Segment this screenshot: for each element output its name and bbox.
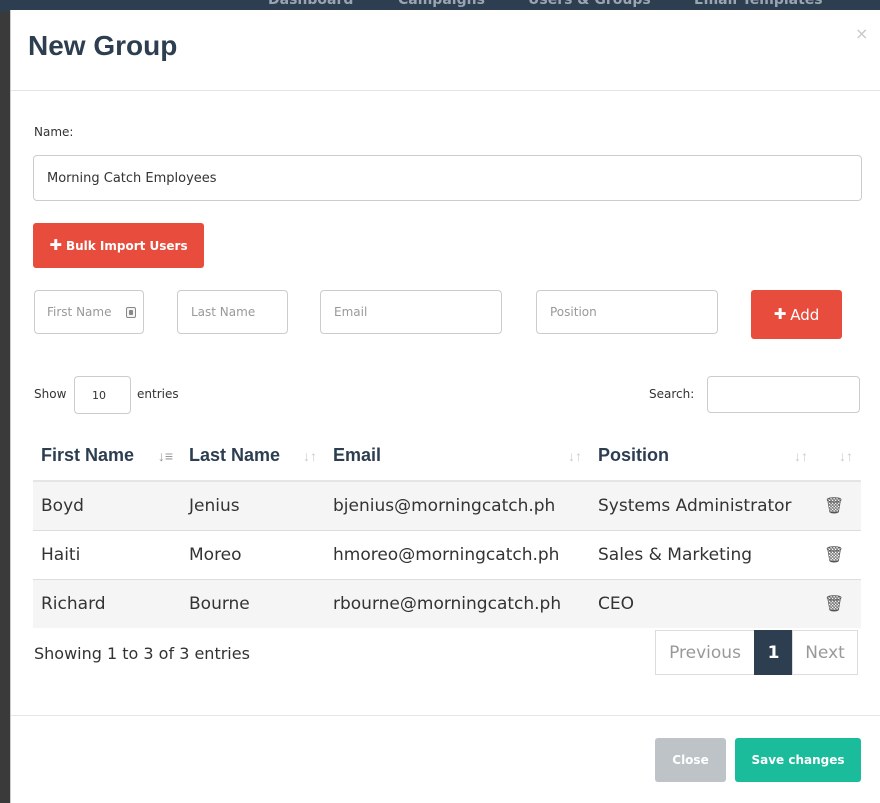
bulk-import-users-button[interactable]: ✚ Bulk Import Users bbox=[33, 223, 204, 268]
table-row: Haiti Moreo hmoreo@morningcatch.ph Sales… bbox=[33, 530, 861, 580]
email-input[interactable] bbox=[320, 290, 502, 334]
footer-divider bbox=[11, 715, 880, 716]
col-header-position[interactable]: Position ↓↑ bbox=[590, 430, 816, 482]
cell-first-name: Richard bbox=[33, 579, 181, 628]
sort-both-icon: ↓↑ bbox=[303, 448, 317, 464]
table-row: Richard Bourne rbourne@morningcatch.ph C… bbox=[33, 579, 861, 628]
close-button[interactable]: Close bbox=[655, 738, 726, 782]
table-header-row: First Name ↓≡ Last Name ↓↑ Email ↓↑ Posi… bbox=[33, 430, 861, 482]
entries-label: entries bbox=[137, 387, 179, 401]
pagination-next[interactable]: Next bbox=[792, 630, 858, 675]
group-name-input[interactable] bbox=[33, 155, 862, 201]
col-header-last-name[interactable]: Last Name ↓↑ bbox=[181, 430, 325, 482]
last-name-input[interactable] bbox=[177, 290, 288, 334]
trash-icon[interactable]: 🗑 bbox=[824, 594, 844, 613]
bulk-import-label: Bulk Import Users bbox=[65, 238, 188, 253]
cell-last-name: Jenius bbox=[181, 480, 325, 531]
plus-icon: ✚ bbox=[49, 236, 62, 254]
table-info-text: Showing 1 to 3 of 3 entries bbox=[34, 644, 250, 663]
table-row: Boyd Jenius bjenius@morningcatch.ph Syst… bbox=[33, 480, 861, 531]
add-user-button[interactable]: ✚ Add bbox=[751, 290, 842, 339]
contact-card-icon bbox=[126, 307, 136, 318]
cell-position: Sales & Marketing bbox=[590, 530, 816, 580]
cell-position: CEO bbox=[590, 579, 816, 628]
pagination-previous[interactable]: Previous bbox=[655, 630, 755, 675]
cell-actions: 🗑 bbox=[816, 579, 861, 628]
save-changes-button[interactable]: Save changes bbox=[735, 738, 861, 782]
cell-email: bjenius@morningcatch.ph bbox=[325, 480, 590, 531]
sort-both-icon: ↓↑ bbox=[568, 448, 582, 464]
search-label: Search: bbox=[649, 387, 695, 401]
col-header-email[interactable]: Email ↓↑ bbox=[325, 430, 590, 482]
cell-email: hmoreo@morningcatch.ph bbox=[325, 530, 590, 580]
col-header-actions[interactable]: ↓↑ bbox=[816, 430, 861, 482]
sort-both-icon: ↓↑ bbox=[839, 448, 853, 464]
new-group-modal: New Group × Name: ✚ Bulk Import Users ✚ … bbox=[10, 10, 880, 803]
plus-icon: ✚ bbox=[773, 305, 787, 323]
cell-first-name: Boyd bbox=[33, 480, 181, 531]
pagination: Previous 1 Next bbox=[655, 630, 858, 675]
position-input[interactable] bbox=[536, 290, 718, 334]
col-header-first-name[interactable]: First Name ↓≡ bbox=[33, 430, 181, 482]
users-table: First Name ↓≡ Last Name ↓↑ Email ↓↑ Posi… bbox=[33, 430, 861, 628]
add-label: Add bbox=[790, 305, 820, 324]
cell-last-name: Bourne bbox=[181, 579, 325, 628]
pagination-page-1[interactable]: 1 bbox=[754, 630, 793, 675]
modal-header: New Group × bbox=[11, 10, 880, 91]
cell-first-name: Haiti bbox=[33, 530, 181, 580]
nav-users-groups: Users & Groups bbox=[528, 0, 651, 8]
sort-both-icon: ↓↑ bbox=[794, 448, 808, 464]
modal-title: New Group bbox=[28, 30, 178, 61]
sort-asc-icon: ↓≡ bbox=[157, 448, 173, 464]
cell-actions: 🗑 bbox=[816, 480, 861, 531]
name-label: Name: bbox=[34, 125, 74, 139]
cell-email: rbourne@morningcatch.ph bbox=[325, 579, 590, 628]
cell-actions: 🗑 bbox=[816, 530, 861, 580]
close-icon[interactable]: × bbox=[855, 24, 868, 43]
cell-position: Systems Administrator bbox=[590, 480, 816, 531]
nav-dashboard: Dashboard bbox=[268, 0, 354, 8]
entries-per-page-select[interactable] bbox=[74, 376, 131, 414]
nav-campaigns: Campaigns bbox=[398, 0, 485, 8]
first-name-field[interactable] bbox=[34, 290, 144, 334]
show-label: Show bbox=[34, 387, 67, 401]
nav-email-templates: Email Templates bbox=[694, 0, 823, 8]
cell-last-name: Moreo bbox=[181, 530, 325, 580]
search-input[interactable] bbox=[707, 376, 860, 413]
trash-icon[interactable]: 🗑 bbox=[824, 545, 844, 564]
trash-icon[interactable]: 🗑 bbox=[824, 496, 844, 515]
